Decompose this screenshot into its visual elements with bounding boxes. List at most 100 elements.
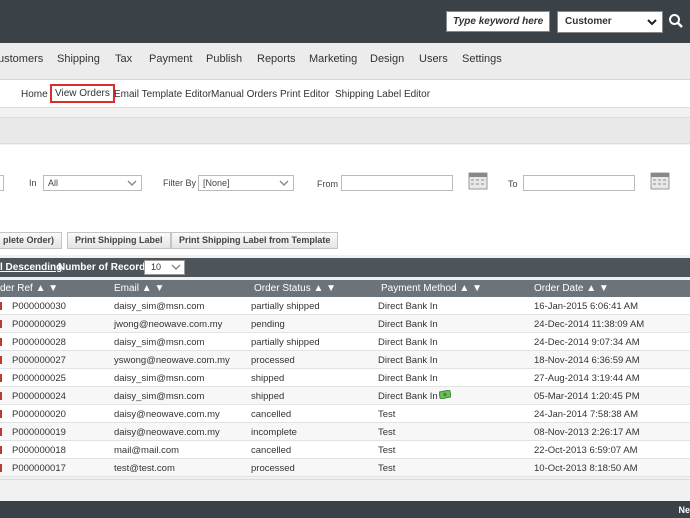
chevron-down-icon (171, 264, 181, 270)
from-date-input[interactable] (341, 175, 453, 191)
order-ref[interactable]: P000000027 (12, 355, 66, 366)
payment-method: Direct Bank In (378, 391, 438, 402)
sort-arrows-icon[interactable]: ▲ ▼ (459, 283, 482, 294)
table-row[interactable]: P000000025 daisy_sim@msn.com shipped Direct… (0, 369, 690, 387)
nav-reports[interactable]: Reports (257, 53, 296, 65)
order-ref[interactable]: P000000020 (12, 409, 66, 420)
col-order-ref[interactable]: der Ref ▲ ▼ (0, 283, 58, 294)
orders-table-body: P000000030 daisy_sim@msn.com partially shi… (0, 297, 690, 477)
table-row[interactable]: P000000028 daisy_sim@msn.com partially shi… (0, 333, 690, 351)
print-shipping-label-template-button[interactable]: Print Shipping Label from Template (171, 232, 339, 249)
to-date-input[interactable] (523, 175, 635, 191)
search-icon[interactable] (668, 13, 684, 29)
payment-method: Direct Bank In (378, 373, 438, 384)
complete-order-button[interactable]: plete Order) (0, 232, 63, 249)
sort-descending-link[interactable]: l Descending (0, 262, 62, 273)
order-email: daisy@neowave.com.my (114, 427, 220, 438)
print-shipping-label-button[interactable]: Print Shipping Label (67, 232, 171, 249)
calendar-icon[interactable] (650, 172, 670, 190)
payment-method: Direct Bank In (378, 301, 438, 312)
subnav-manual-orders[interactable]: Manual Orders (211, 89, 277, 100)
filter-by-label: Filter By (163, 178, 197, 188)
nav-payment[interactable]: Payment (149, 53, 192, 65)
order-ref[interactable]: P000000030 (12, 301, 66, 312)
order-ref[interactable]: P000000028 (12, 337, 66, 348)
subnav-email-template-editor[interactable]: Email Template Editor (114, 89, 211, 100)
order-ref[interactable]: P000000019 (12, 427, 66, 438)
chevron-down-icon (279, 180, 289, 186)
in-label: In (29, 178, 37, 188)
order-ref[interactable]: P000000018 (12, 445, 66, 456)
order-status: cancelled (251, 445, 292, 456)
calendar-icon[interactable] (468, 172, 488, 190)
top-bar: Type keyword here Customer (0, 0, 690, 43)
row-flag (0, 428, 2, 436)
search-input[interactable]: Type keyword here (446, 11, 550, 32)
table-footer (0, 479, 690, 501)
nav-settings[interactable]: Settings (462, 53, 502, 65)
nav-publish[interactable]: Publish (206, 53, 242, 65)
table-row[interactable]: P000000018 mail@mail.com cancelled Test 22-O… (0, 441, 690, 459)
payment-method: Test (378, 463, 396, 474)
sort-arrows-icon[interactable]: ▲ ▼ (36, 283, 59, 294)
order-date: 24-Dec-2014 11:38:09 AM (534, 319, 645, 330)
search-field-partial[interactable] (0, 175, 4, 191)
order-email: daisy_sim@msn.com (114, 301, 205, 312)
order-ref[interactable]: P000000017 (12, 463, 66, 474)
subnav-print-editor[interactable]: Print Editor (280, 89, 329, 100)
nav-shipping[interactable]: Shipping (57, 53, 100, 65)
records-select[interactable]: 10 (144, 260, 185, 275)
nav-users[interactable]: Users (419, 53, 448, 65)
subnav-home[interactable]: Home (21, 89, 48, 100)
nav-design[interactable]: Design (370, 53, 404, 65)
col-email[interactable]: Email ▲ ▼ (114, 283, 164, 294)
table-row[interactable]: P000000019 daisy@neowave.com.my incomplete… (0, 423, 690, 441)
chevron-down-icon (127, 180, 137, 186)
filter-by-select[interactable]: [None] (198, 175, 294, 191)
order-ref[interactable]: P000000029 (12, 319, 66, 330)
bottom-bar: Ne (0, 501, 690, 518)
row-flag (0, 338, 2, 346)
order-status: incomplete (251, 427, 297, 438)
row-flag (0, 410, 2, 418)
row-flag (0, 446, 2, 454)
order-ref[interactable]: P000000024 (12, 391, 66, 402)
search-type-select[interactable]: Customer (557, 11, 663, 33)
row-flag (0, 356, 2, 364)
search-type-value: Customer (565, 16, 612, 27)
order-email: daisy_sim@msn.com (114, 337, 205, 348)
order-date: 22-Oct-2013 6:59:07 AM (534, 445, 638, 456)
order-email: daisy@neowave.com.my (114, 409, 220, 420)
col-payment-method[interactable]: Payment Method ▲ ▼ (381, 283, 482, 294)
nav-tax[interactable]: Tax (115, 53, 132, 65)
order-email: test@test.com (114, 463, 175, 474)
table-row[interactable]: P000000020 daisy@neowave.com.my cancelled T… (0, 405, 690, 423)
order-ref[interactable]: P000000025 (12, 373, 66, 384)
sort-arrows-icon[interactable]: ▲ ▼ (142, 283, 165, 294)
subnav-view-orders[interactable]: View Orders (50, 84, 115, 103)
main-nav: ustomers Shipping Tax Payment Publish Re… (0, 43, 690, 80)
order-status: processed (251, 463, 295, 474)
table-row[interactable]: P000000030 daisy_sim@msn.com partially shi… (0, 297, 690, 315)
order-status: shipped (251, 373, 285, 384)
col-order-date[interactable]: Order Date ▲ ▼ (534, 283, 609, 294)
sort-arrows-icon[interactable]: ▲ ▼ (586, 283, 609, 294)
list-controls-bar: l Descending Number of Records: 10 (0, 258, 690, 277)
row-flag (0, 302, 2, 310)
col-order-status[interactable]: Order Status ▲ ▼ (254, 283, 336, 294)
table-row[interactable]: P000000027 yswong@neowave.com.my processed… (0, 351, 690, 369)
sort-arrows-icon[interactable]: ▲ ▼ (313, 283, 336, 294)
row-flag (0, 464, 2, 472)
nav-customers[interactable]: ustomers (0, 53, 43, 65)
order-email: daisy_sim@msn.com (114, 373, 205, 384)
nav-marketing[interactable]: Marketing (309, 53, 357, 65)
table-header: der Ref ▲ ▼ Email ▲ ▼ Order Status ▲ ▼ P… (0, 280, 690, 297)
subnav-shipping-label-editor[interactable]: Shipping Label Editor (335, 89, 430, 100)
in-select[interactable]: All (43, 175, 142, 191)
table-row[interactable]: P000000017 test@test.com processed Test 10-O… (0, 459, 690, 477)
payment-method: Test (378, 445, 396, 456)
order-date: 18-Nov-2014 6:36:59 AM (534, 355, 640, 366)
table-row[interactable]: P000000024 daisy_sim@msn.com shipped Direct… (0, 387, 690, 405)
table-row[interactable]: P000000029 jwong@neowave.com.my pending Dir… (0, 315, 690, 333)
row-flag (0, 392, 2, 400)
